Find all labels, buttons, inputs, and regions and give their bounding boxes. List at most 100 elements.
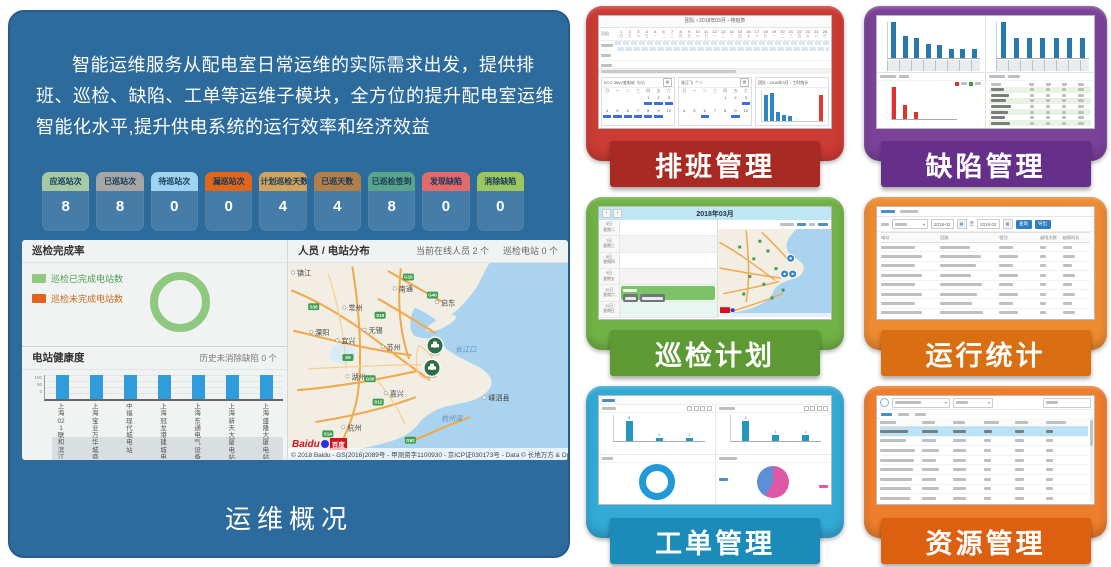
plan-row: 8日星期四: [599, 253, 717, 269]
bar: [90, 375, 103, 399]
next-month-button[interactable]: ›: [613, 209, 622, 218]
calendar-icon[interactable]: ▦: [1003, 219, 1013, 229]
stats-screenshot: ▾ 2018-02 ▦ 至 2018-02 ▦ 查询 导出 电站回路相别越限次数…: [876, 206, 1095, 320]
bar: [56, 375, 69, 399]
green-table: [989, 82, 1091, 127]
inactive-tab[interactable]: [898, 413, 909, 416]
table-row: [880, 437, 1088, 447]
day-cell: 17六: [753, 28, 761, 40]
horizontal-scrollbar[interactable]: [599, 69, 831, 74]
plan-event[interactable]: [621, 286, 715, 299]
export-button[interactable]: 导出: [1035, 220, 1051, 229]
day-cell: 1四: [617, 28, 625, 40]
search-input[interactable]: [1043, 398, 1091, 408]
bar: [260, 375, 273, 399]
shift-bar: [603, 115, 611, 119]
workorder-screenshot: 811 411: [598, 395, 832, 505]
calendar-icon[interactable]: ▦: [740, 78, 749, 87]
table-row: [881, 299, 1090, 308]
bar: [1027, 22, 1032, 58]
mini-map-canvas: [718, 229, 831, 317]
station-label: 上海东通电气设备制造厂电站: [193, 403, 202, 459]
plan-date: 9日星期五: [599, 269, 620, 284]
mini-day: 1: [720, 94, 730, 107]
plan-screenshot: ‹ › 2018年03月 6日星期二 7日星期三 8日星期四 9日星期五 1: [598, 206, 832, 320]
card-title-ribbon: 巡检计划: [610, 330, 820, 376]
stat-label: 已巡天数: [314, 172, 361, 191]
bar: [764, 95, 768, 121]
bar: [1040, 22, 1045, 58]
bar: [158, 375, 171, 399]
date-from-input[interactable]: 2018-02: [931, 219, 954, 229]
day-cell: 14三: [727, 28, 735, 40]
plan-map[interactable]: [718, 220, 831, 318]
scrollbar-thumb[interactable]: [1090, 420, 1093, 446]
baidu-map[interactable]: G15 G40 S19 S38 S9 G50 S12 S14 G92 镇江: [288, 263, 568, 460]
scrollbar-thumb[interactable]: [601, 70, 736, 73]
card-schedule[interactable]: 团队 ‹ 2018年03月 › 排班表 班组 1四2五3六4日5一6二7三8四9…: [586, 6, 844, 161]
vertical-scrollbar[interactable]: [1090, 418, 1093, 502]
schedule-screenshot: 团队 ‹ 2018年03月 › 排班表 班组 1四2五3六4日5一6二7三8四9…: [598, 15, 832, 129]
distribution-panel: 人员 / 电站分布 当前在线人员 2 个 巡检电站 0 个: [288, 240, 568, 460]
stat-label: 发现缺陷: [422, 172, 469, 191]
column-header: 电站: [881, 235, 940, 241]
workorder-bar-chart-1: 811: [599, 405, 715, 454]
inactive-tab[interactable]: [915, 413, 926, 416]
date-to-input[interactable]: 2018-02: [977, 219, 1000, 229]
calendar-icon[interactable]: ▦: [957, 219, 967, 229]
mini-day: 2: [653, 94, 663, 107]
defect-bar-chart-2: [986, 16, 1094, 72]
query-button[interactable]: 查询: [1016, 220, 1032, 229]
table-row: [989, 120, 1091, 126]
day-cell: 15四: [736, 28, 744, 40]
mini-day: 4: [679, 107, 689, 120]
table-row: [880, 456, 1088, 466]
table-row: [881, 271, 1090, 280]
bar: [1080, 22, 1085, 58]
active-tab[interactable]: [881, 210, 895, 213]
bar: [926, 22, 931, 58]
plan-date: 11日星期日: [599, 302, 620, 317]
calendar-icon[interactable]: ▦: [663, 78, 672, 87]
mini-day: 9: [730, 107, 740, 120]
stat-box: 漏巡站次 0: [205, 172, 252, 231]
svg-text:宜兴: 宜兴: [341, 336, 355, 345]
card-resource[interactable]: ▾ ▾ 资源管理: [864, 386, 1107, 538]
stat-label: 已巡站次: [96, 172, 143, 191]
plan-date: 8日星期四: [599, 253, 620, 268]
filter-select[interactable]: ▾: [892, 219, 928, 229]
prev-month-button[interactable]: ‹: [602, 209, 611, 218]
plan-row: 10日星期六: [599, 285, 717, 301]
stat-box: 待巡站次 0: [151, 172, 198, 231]
selected-row[interactable]: [880, 427, 1088, 437]
card-operation-stats[interactable]: ▾ 2018-02 ▦ 至 2018-02 ▦ 查询 导出 电站回路相别越限次数…: [864, 197, 1107, 350]
baidu-paw-icon: [321, 440, 329, 448]
stat-label: 计划巡检天数: [259, 172, 306, 191]
bar: [1001, 22, 1006, 58]
bar: [770, 93, 774, 121]
station-chip[interactable]: [640, 294, 665, 302]
station-select[interactable]: ▾: [892, 398, 950, 408]
stat-label: 待巡站次: [151, 172, 198, 191]
overview-panel: 智能运维服务从配电室日常运维的实际需求出发，提供排班、巡检、缺陷、工单等运维子模…: [8, 10, 570, 558]
active-tab[interactable]: [881, 413, 892, 416]
svg-text:G50: G50: [366, 376, 375, 381]
svg-text:长江口: 长江口: [455, 345, 477, 354]
column-header: 越限次数: [1040, 235, 1063, 241]
health-note: 历史未消除缺陷 0 个: [200, 347, 277, 369]
bar: [914, 87, 918, 120]
card-defects[interactable]: 缺陷管理: [864, 6, 1107, 161]
stat-value: 0: [477, 191, 524, 231]
mini-day: 3: [664, 94, 674, 107]
mini-day: 10: [664, 107, 674, 120]
card-workorder[interactable]: 811 411 工单管理: [586, 386, 844, 538]
card-plan[interactable]: ‹ › 2018年03月 6日星期二 7日星期三 8日星期四 9日星期五 1: [586, 197, 844, 350]
schedule-day-cells: 1四2五3六4日5一6二7三8四9五10六11日12一13二14三15四16五1…: [617, 28, 829, 40]
mini-day: 2: [730, 94, 740, 107]
type-select[interactable]: ▾: [953, 398, 993, 408]
completion-donut-chart: [150, 272, 210, 332]
station-chip[interactable]: [623, 294, 638, 302]
svg-text:嘉兴: 嘉兴: [390, 389, 404, 398]
inactive-tab[interactable]: [900, 210, 918, 213]
defect-table: [986, 73, 1094, 129]
